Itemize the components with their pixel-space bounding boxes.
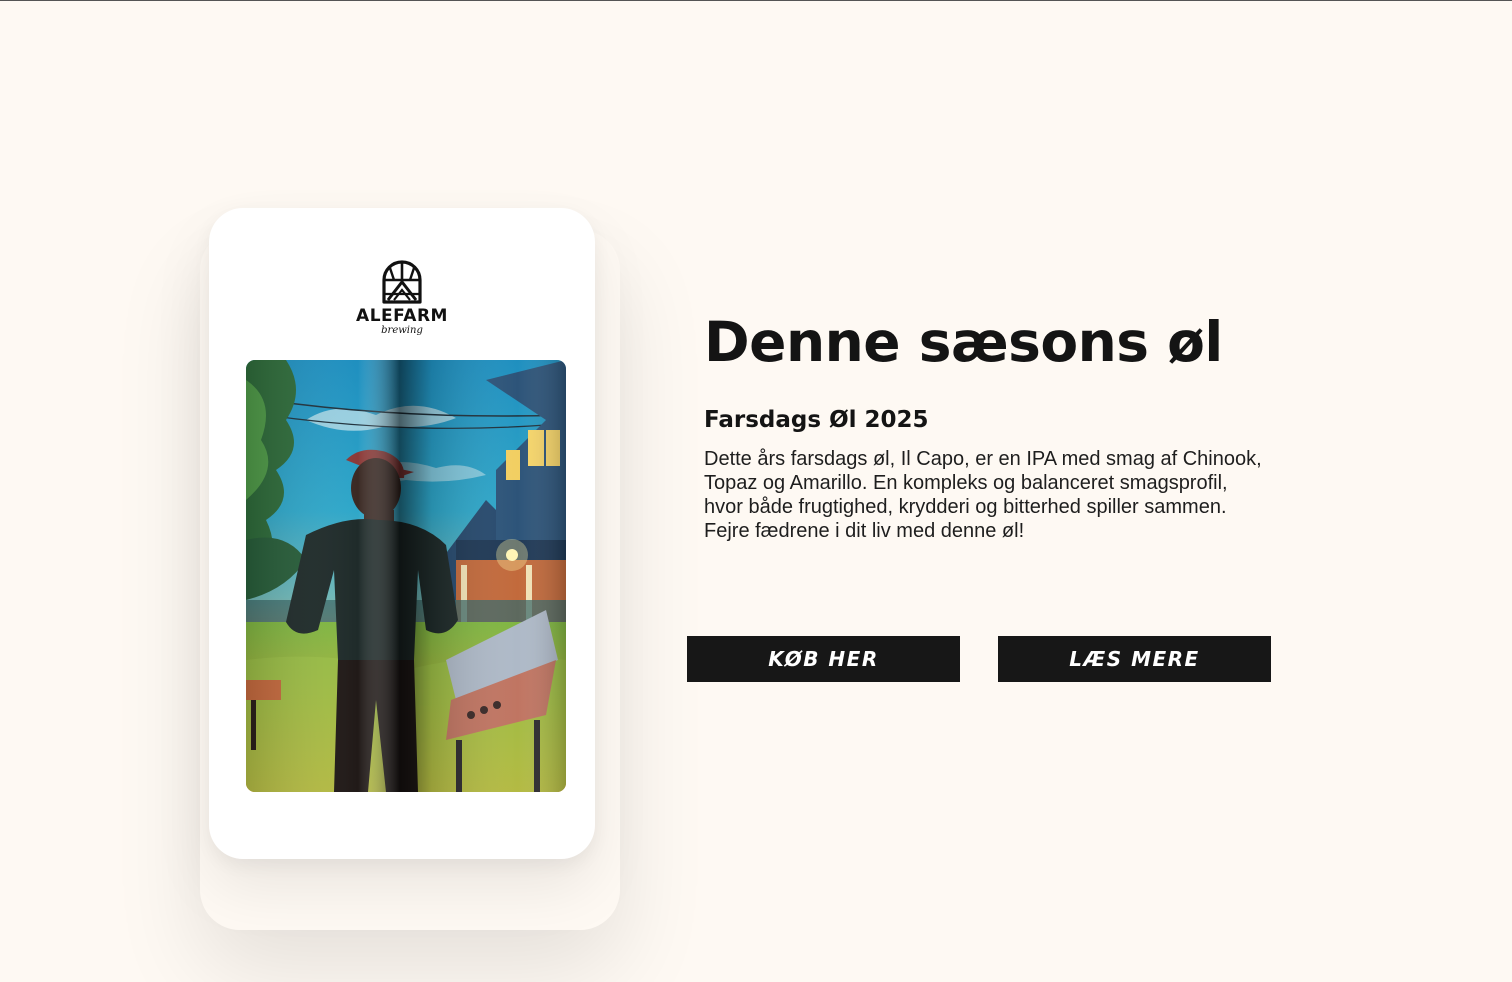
- beer-can-card: ALEFARM brewing: [209, 208, 595, 859]
- beer-description: Dette års farsdags øl, Il Capo, er en IP…: [704, 448, 1262, 542]
- brand-tagline: brewing: [381, 325, 423, 336]
- read-more-button[interactable]: LÆS MERE: [998, 636, 1271, 682]
- top-divider: [0, 0, 1512, 1]
- brand-logo: ALEFARM brewing: [209, 260, 595, 336]
- buy-button[interactable]: KØB HER: [687, 636, 960, 682]
- brand-name: ALEFARM: [356, 306, 448, 326]
- beer-name: Farsdags Øl 2025: [704, 407, 929, 433]
- can-label-illustration: [246, 360, 566, 792]
- alefarm-crest-icon: [382, 260, 422, 304]
- page-title: Denne sæsons øl: [704, 310, 1223, 374]
